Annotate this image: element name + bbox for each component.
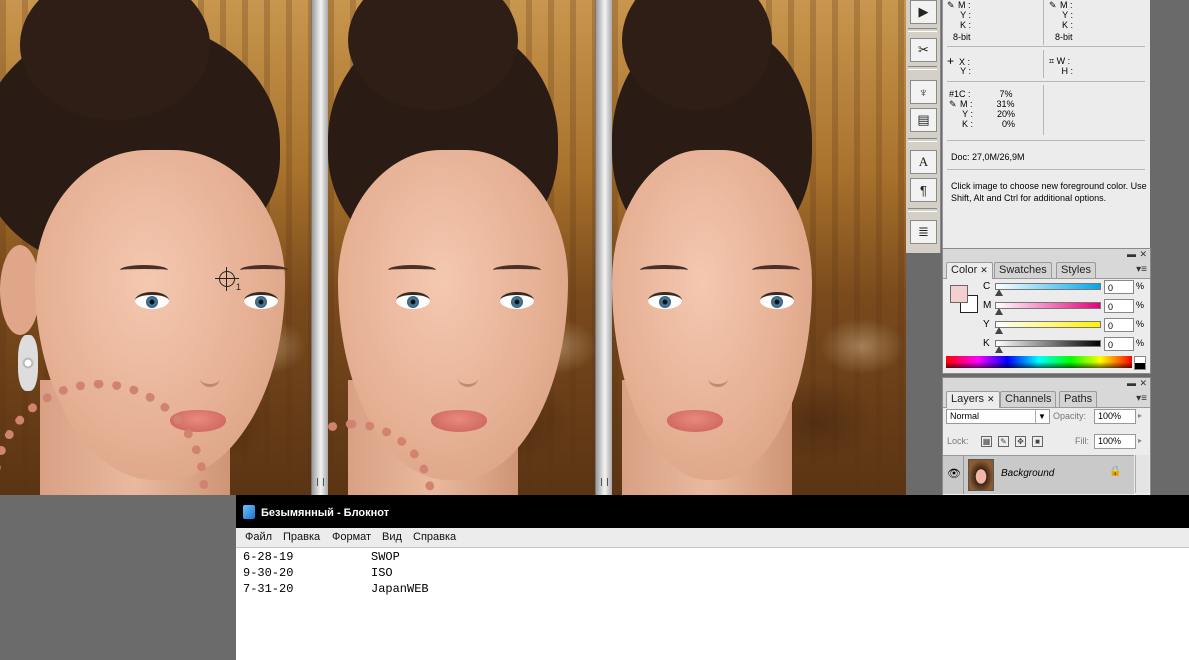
character-icon[interactable]: A [910,150,937,174]
palette-icon-strip: ▶ ✂ ♆ ▤ A ¶ ≣ [906,0,941,253]
minimize-icon[interactable]: ▬ [1127,378,1136,388]
menu-help[interactable]: Справка [413,531,456,543]
notepad-title: Безымянный - Блокнот [261,507,390,519]
lock-all-icon[interactable]: ■ [1032,436,1043,447]
lips [431,410,487,432]
close-icon[interactable]: ✕ [1139,249,1147,260]
layer-name[interactable]: Background [1001,468,1054,479]
eyebrow [752,265,800,275]
photo-pane-2[interactable] [328,0,595,495]
close-icon[interactable]: ✕ [980,265,988,275]
eye [648,292,682,309]
panel-menu-icon[interactable]: ▾≡ [1136,393,1147,404]
foreground-color-swatch-front [950,285,968,303]
eyebrow [120,265,168,275]
lips [667,410,723,432]
cyan-slider-thumb[interactable] [995,289,1003,296]
fill-field[interactable]: 100% [1094,434,1136,449]
cyan-slider[interactable] [995,283,1101,290]
text-line: 9-30-20 ISO [243,566,393,580]
notepad-title-bar[interactable]: Безымянный - Блокнот [236,495,1189,528]
eyebrow [388,265,436,275]
tab-color[interactable]: Color ✕ [946,262,993,279]
chevron-right-icon[interactable]: ▸ [1138,411,1142,420]
earring [18,335,38,391]
eye [135,292,169,309]
lock-image-icon[interactable]: ✎ [998,436,1009,447]
eye [500,292,534,309]
play-icon[interactable]: ▶ [910,0,937,24]
workspace-background [1150,0,1189,495]
lock-transparent-icon[interactable]: ▦ [981,436,992,447]
cyan-value-field[interactable]: 0 [1104,280,1134,294]
eyebrow [240,265,288,275]
eyebrow [493,265,541,275]
yellow-slider[interactable] [995,321,1101,328]
panel-menu-icon[interactable]: ▾≡ [1136,264,1147,275]
magenta-slider[interactable] [995,302,1101,309]
eyebrow [640,265,688,275]
text-line: 7-31-20 JapanWEB [243,582,429,596]
eyedropper-icon: ✎ [949,99,957,109]
notes-icon[interactable]: ≣ [910,220,937,244]
clone-source-icon[interactable]: ♆ [910,80,937,104]
menu-edit[interactable]: Правка [283,531,320,543]
color-sampler-marker[interactable]: 1 [215,267,241,292]
color-panel: ▬ ✕ Color ✕ Swatches Styles ▾≡ C 0 % M 0 %… [942,248,1151,374]
black-slider[interactable] [995,340,1101,347]
photo-pane-3[interactable] [612,0,906,495]
pane-splitter[interactable] [311,0,329,495]
pane-splitter[interactable] [595,0,613,495]
magenta-value-field[interactable]: 0 [1104,299,1134,313]
lock-position-icon[interactable]: ✥ [1015,436,1026,447]
visibility-eye-icon[interactable]: 👁 [947,467,961,480]
notepad-menubar: Файл Правка Формат Вид Справка [236,528,1189,548]
text-line: 6-28-19 SWOP [243,550,400,564]
photo-pane-1[interactable]: 1 [0,0,311,495]
opacity-field[interactable]: 100% [1094,409,1136,424]
layer-row-background[interactable]: 👁 Background 🔒 [943,455,1134,494]
black-white-swatch[interactable] [1134,356,1146,370]
menu-view[interactable]: Вид [382,531,402,543]
tab-swatches[interactable]: Swatches [994,262,1052,278]
black-value-field[interactable]: 0 [1104,337,1134,351]
menu-format[interactable]: Формат [332,531,371,543]
nose [708,370,728,387]
yellow-value-field[interactable]: 0 [1104,318,1134,332]
eyedropper-icon: ✎ [947,0,955,10]
eyedropper-icon: ✎ [1049,0,1057,10]
eye [396,292,430,309]
nose [458,370,478,387]
chevron-down-icon: ▼ [1035,410,1048,423]
eye [760,292,794,309]
tab-channels[interactable]: Channels [1000,391,1057,407]
ear [0,245,40,335]
close-icon[interactable]: ✕ [987,394,995,404]
close-icon[interactable]: ✕ [1139,378,1147,389]
color-spectrum-ramp[interactable] [946,356,1132,368]
notepad-icon [243,505,255,519]
stamp-icon[interactable]: ▤ [910,108,937,132]
minimize-icon[interactable]: ▬ [1127,249,1136,259]
layers-scrollbar[interactable] [1135,455,1149,493]
menu-file[interactable]: Файл [245,531,272,543]
chevron-right-icon[interactable]: ▸ [1138,436,1142,445]
info-palette: ✎ M : Y : K : 8-bit ✎ M : Y : K : 8-bit + X… [942,0,1150,252]
tab-styles[interactable]: Styles [1056,262,1096,278]
lock-icon: 🔒 [1109,466,1122,477]
tools-icon[interactable]: ✂ [910,38,937,62]
tab-paths[interactable]: Paths [1059,391,1098,407]
eye [244,292,278,309]
nose [200,370,220,387]
layers-panel: ▬ ✕ Layers ✕ Channels Paths ▾≡ Normal ▼ Opa… [942,377,1151,496]
tab-layers[interactable]: Layers ✕ [946,391,1000,408]
crosshair-icon: + [947,54,955,68]
magenta-slider-thumb[interactable] [995,308,1003,315]
yellow-slider-thumb[interactable] [995,327,1003,334]
paragraph-icon[interactable]: ¶ [910,178,937,202]
layer-thumbnail [968,459,994,491]
black-slider-thumb[interactable] [995,346,1003,353]
notepad-window: Безымянный - Блокнот Файл Правка Формат … [236,495,1189,660]
blend-mode-select[interactable]: Normal ▼ [946,409,1050,424]
